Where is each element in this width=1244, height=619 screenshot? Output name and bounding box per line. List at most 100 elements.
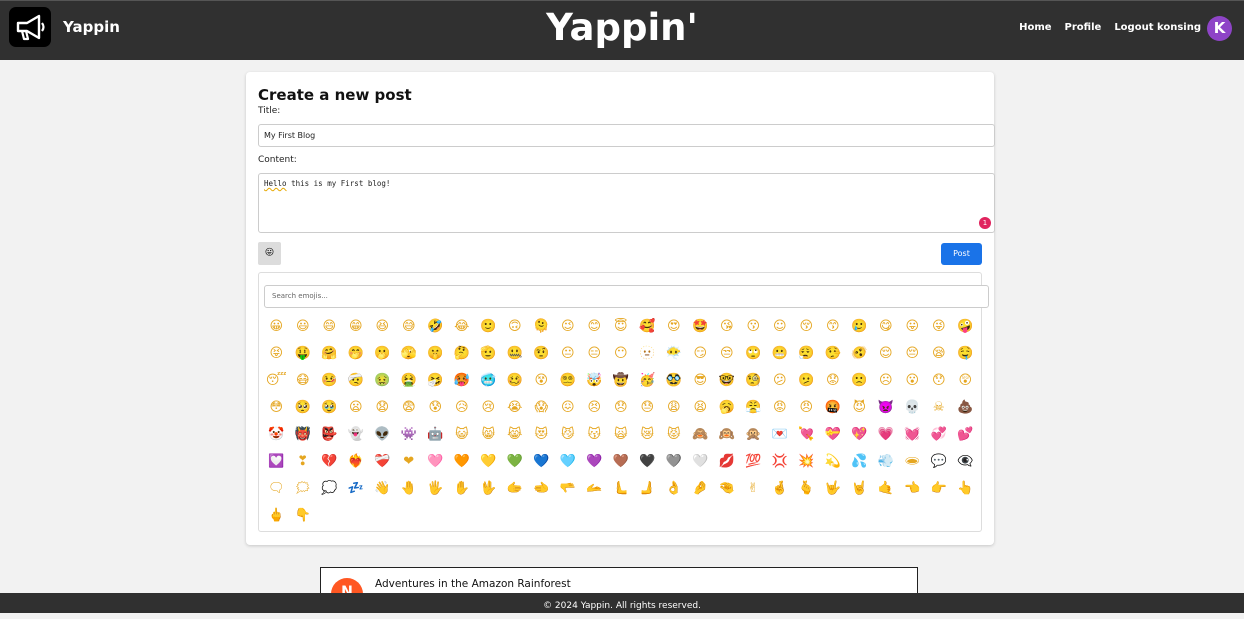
emoji-option[interactable]: 🤏 xyxy=(714,475,741,502)
emoji-option[interactable]: 😂 xyxy=(449,313,476,340)
emoji-option[interactable]: 🩵 xyxy=(555,448,582,475)
emoji-option[interactable]: 😌 xyxy=(873,340,900,367)
emoji-option[interactable]: 🤢 xyxy=(369,367,396,394)
emoji-option[interactable]: 🤪 xyxy=(952,313,979,340)
emoji-option[interactable]: 🤡 xyxy=(263,421,290,448)
emoji-option[interactable]: 🤮 xyxy=(396,367,423,394)
emoji-option[interactable]: 🤗 xyxy=(316,340,343,367)
nav-home-link[interactable]: Home xyxy=(1019,22,1051,33)
emoji-option[interactable]: 🥹 xyxy=(316,394,343,421)
emoji-option[interactable]: ☠ xyxy=(926,394,953,421)
emoji-option[interactable]: ✌ xyxy=(740,475,767,502)
emoji-option[interactable]: 🥺 xyxy=(290,394,317,421)
emoji-option[interactable]: 👿 xyxy=(873,394,900,421)
emoji-option[interactable]: 😯 xyxy=(926,367,953,394)
emoji-option[interactable]: 🤬 xyxy=(820,394,847,421)
emoji-option[interactable]: 🖐 xyxy=(422,475,449,502)
nav-profile-link[interactable]: Profile xyxy=(1065,22,1102,33)
emoji-option[interactable]: 😥 xyxy=(449,394,476,421)
emoji-option[interactable]: 💟 xyxy=(263,448,290,475)
emoji-option[interactable]: 😰 xyxy=(422,394,449,421)
emoji-option[interactable]: 💝 xyxy=(820,421,847,448)
emoji-option[interactable]: 😍 xyxy=(661,313,688,340)
emoji-option[interactable]: 💨 xyxy=(873,448,900,475)
emoji-option[interactable]: 👉 xyxy=(926,475,953,502)
emoji-option[interactable]: 💖 xyxy=(846,421,873,448)
emoji-option[interactable]: 😀 xyxy=(263,313,290,340)
emoji-option[interactable]: 🤑 xyxy=(290,340,317,367)
emoji-option[interactable]: 🤌 xyxy=(687,475,714,502)
emoji-option[interactable]: 🤘 xyxy=(846,475,873,502)
emoji-option[interactable]: 😿 xyxy=(634,421,661,448)
emoji-option[interactable]: 👈 xyxy=(899,475,926,502)
emoji-option[interactable]: 😤 xyxy=(740,394,767,421)
emoji-option[interactable]: 👋 xyxy=(369,475,396,502)
emoji-option[interactable]: 👽 xyxy=(369,421,396,448)
emoji-option[interactable]: 💦 xyxy=(846,448,873,475)
emoji-option[interactable]: 😮‍💨 xyxy=(793,340,820,367)
emoji-option[interactable]: 😱 xyxy=(528,394,555,421)
emoji-option[interactable]: 💚 xyxy=(502,448,529,475)
emoji-option[interactable]: 🫲 xyxy=(528,475,555,502)
emoji-option[interactable]: 👺 xyxy=(316,421,343,448)
emoji-option[interactable]: 🖖 xyxy=(475,475,502,502)
emoji-option[interactable]: 😮 xyxy=(899,367,926,394)
emoji-option[interactable]: 🫢 xyxy=(369,340,396,367)
emoji-option[interactable]: 😛 xyxy=(899,313,926,340)
emoji-option[interactable]: 👆 xyxy=(952,475,979,502)
post-title[interactable]: Adventures in the Amazon Rainforest xyxy=(375,578,571,590)
emoji-option[interactable]: 😗 xyxy=(740,313,767,340)
emoji-option[interactable]: 😑 xyxy=(581,340,608,367)
emoji-option[interactable]: 💫 xyxy=(820,448,847,475)
emoji-option[interactable]: 🕳 xyxy=(899,448,926,475)
emoji-option[interactable]: 💀 xyxy=(899,394,926,421)
emoji-option[interactable]: 💢 xyxy=(767,448,794,475)
emoji-option[interactable]: 🤭 xyxy=(343,340,370,367)
emoji-option[interactable]: 💞 xyxy=(926,421,953,448)
emoji-option[interactable]: 👾 xyxy=(396,421,423,448)
emoji-option[interactable]: 🙀 xyxy=(608,421,635,448)
emoji-option[interactable]: 🙉 xyxy=(714,421,741,448)
emoji-option[interactable]: 🙊 xyxy=(740,421,767,448)
emoji-option[interactable]: ❤ xyxy=(396,448,423,475)
emoji-option[interactable]: 💕 xyxy=(952,421,979,448)
emoji-option[interactable]: 🫥 xyxy=(634,340,661,367)
emoji-option[interactable]: 🤚 xyxy=(396,475,423,502)
emoji-option[interactable]: 🫷 xyxy=(608,475,635,502)
emoji-option[interactable]: 😆 xyxy=(369,313,396,340)
emoji-option[interactable]: 🤔 xyxy=(449,340,476,367)
emoji-option[interactable]: 😉 xyxy=(555,313,582,340)
emoji-option[interactable]: 🙈 xyxy=(687,421,714,448)
emoji-option[interactable]: 🥵 xyxy=(449,367,476,394)
emoji-option[interactable]: 🤐 xyxy=(502,340,529,367)
emoji-option[interactable]: 🤯 xyxy=(581,367,608,394)
emoji-option[interactable]: 💓 xyxy=(899,421,926,448)
emoji-option[interactable]: 🫰 xyxy=(793,475,820,502)
emoji-option[interactable]: 😢 xyxy=(475,394,502,421)
emoji-option[interactable]: 🫠 xyxy=(528,313,555,340)
emoji-option[interactable]: 👁‍🗨 xyxy=(952,448,979,475)
emoji-option[interactable]: 🤎 xyxy=(608,448,635,475)
emoji-option[interactable]: 🥶 xyxy=(475,367,502,394)
emoji-option[interactable]: 😁 xyxy=(343,313,370,340)
emoji-option[interactable]: ✋ xyxy=(449,475,476,502)
emoji-option[interactable]: 🤒 xyxy=(316,367,343,394)
emoji-option[interactable]: 😇 xyxy=(608,313,635,340)
emoji-option[interactable]: 😨 xyxy=(396,394,423,421)
emoji-option[interactable]: 💩 xyxy=(952,394,979,421)
emoji-option[interactable]: 🥸 xyxy=(661,367,688,394)
emoji-option[interactable]: 😞 xyxy=(608,394,635,421)
title-input[interactable]: My First Blog xyxy=(258,124,995,147)
emoji-option[interactable]: 🤞 xyxy=(767,475,794,502)
emoji-option[interactable]: 💬 xyxy=(926,448,953,475)
emoji-option[interactable]: 💌 xyxy=(767,421,794,448)
emoji-option[interactable]: 🤙 xyxy=(873,475,900,502)
nav-logout-link[interactable]: Logout konsing xyxy=(1114,22,1201,33)
emoji-option[interactable]: 😶 xyxy=(608,340,635,367)
emoji-option[interactable]: 🤧 xyxy=(422,367,449,394)
emoji-option[interactable]: 🥰 xyxy=(634,313,661,340)
post-button[interactable]: Post xyxy=(941,243,982,265)
emoji-option[interactable]: 🧐 xyxy=(740,367,767,394)
emoji-option[interactable]: 👻 xyxy=(343,421,370,448)
emoji-option[interactable]: 😃 xyxy=(290,313,317,340)
